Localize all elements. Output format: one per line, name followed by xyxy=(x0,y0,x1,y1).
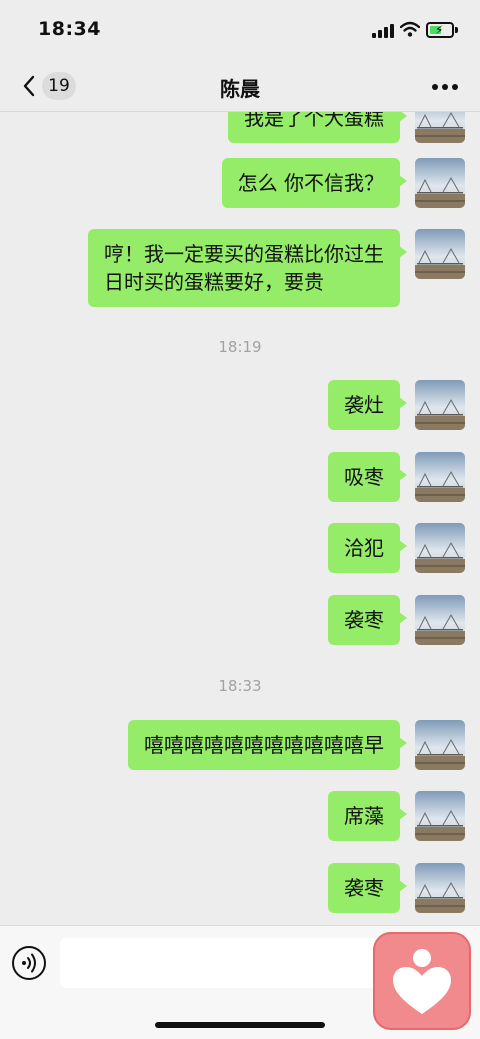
message-row: 袭枣 xyxy=(328,863,465,913)
message-bubble[interactable]: 袭灶 xyxy=(328,380,407,430)
chat-header: 19 陈晨 xyxy=(0,60,480,112)
message-row: 我是了个大蛋糕 xyxy=(228,112,465,143)
chat-title: 陈晨 xyxy=(220,77,260,101)
avatar[interactable] xyxy=(415,720,465,770)
message-bubble[interactable]: 洽犯 xyxy=(328,523,407,573)
avatar[interactable] xyxy=(415,863,465,913)
message-list: 我是了个大蛋糕 怎么 你不信我？ 哼！我一定要买的蛋糕比你过生 日时买的蛋糕要好，… xyxy=(0,112,480,925)
avatar[interactable] xyxy=(415,523,465,573)
status-time: 18:34 xyxy=(38,18,101,40)
avatar[interactable] xyxy=(415,380,465,430)
message-row: 嘻嘻嘻嘻嘻嘻嘻嘻嘻嘻嘻早 xyxy=(128,720,465,770)
avatar[interactable] xyxy=(415,452,465,502)
message-bubble[interactable]: 哼！我一定要买的蛋糕比你过生 日时买的蛋糕要好，要贵 xyxy=(88,229,407,307)
message-row: 洽犯 xyxy=(328,523,465,573)
message-bubble[interactable]: 袭枣 xyxy=(328,595,407,645)
message-bubble[interactable]: 怎么 你不信我？ xyxy=(221,158,408,208)
avatar[interactable] xyxy=(415,791,465,841)
signal-icon xyxy=(372,24,394,38)
status-bar: 18:34 ⚡ xyxy=(0,0,480,60)
message-timestamp: 18:19 xyxy=(218,338,262,356)
message-row: 袭枣 xyxy=(328,595,465,645)
message-bubble[interactable]: 吸枣 xyxy=(328,452,407,502)
message-input[interactable] xyxy=(60,938,390,988)
more-icon[interactable] xyxy=(432,84,458,90)
message-row: 袭灶 xyxy=(328,380,465,430)
voice-icon[interactable] xyxy=(12,946,46,980)
message-bubble[interactable]: 席藻 xyxy=(328,791,407,841)
message-bubble[interactable]: 袭枣 xyxy=(328,863,407,913)
home-indicator xyxy=(155,1022,325,1028)
message-row: 席藻 xyxy=(328,791,465,841)
heart-app-icon[interactable] xyxy=(373,932,471,1030)
message-row: 吸枣 xyxy=(328,452,465,502)
avatar[interactable] xyxy=(415,229,465,279)
message-timestamp: 18:33 xyxy=(218,677,262,695)
message-bubble[interactable]: 我是了个大蛋糕 xyxy=(228,112,407,143)
avatar[interactable] xyxy=(415,595,465,645)
wifi-icon xyxy=(400,21,420,37)
message-row: 哼！我一定要买的蛋糕比你过生 日时买的蛋糕要好，要贵 xyxy=(88,229,465,307)
avatar[interactable] xyxy=(415,158,465,208)
message-bubble[interactable]: 嘻嘻嘻嘻嘻嘻嘻嘻嘻嘻嘻早 xyxy=(128,720,407,770)
avatar[interactable] xyxy=(415,112,465,143)
battery-icon: ⚡ xyxy=(426,22,458,38)
message-row: 怎么 你不信我？ xyxy=(221,158,465,208)
